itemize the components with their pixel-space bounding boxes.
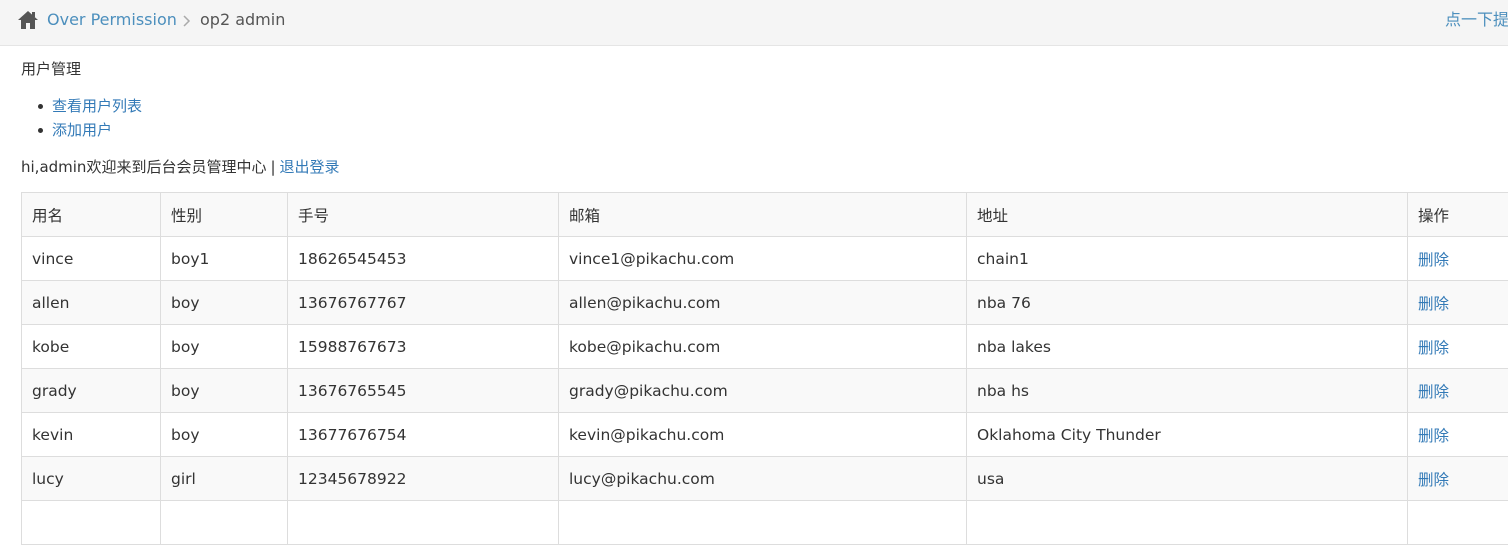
column-header-action: 操作 (1408, 193, 1508, 237)
cell-sex: boy1 (161, 237, 288, 281)
delete-link[interactable]: 删除 (1418, 427, 1449, 445)
cell-action: 删除 (1408, 413, 1508, 457)
cell-address: usa (967, 457, 1408, 501)
bullet (38, 128, 43, 133)
cell-address: nba hs (967, 369, 1408, 413)
table-header-row: 用名 性别 手号 邮箱 地址 操作 (22, 193, 1508, 237)
table-row: allen boy 13676767767 allen@pikachu.com … (22, 281, 1508, 325)
cell-email (559, 501, 967, 545)
cell-action: 删除 (1408, 281, 1508, 325)
chevron-right-icon (181, 14, 191, 28)
cell-phone (288, 501, 559, 545)
user-menu: 查看用户列表 添加用户 (21, 95, 142, 143)
add-user-link[interactable]: 添加用户 (52, 121, 112, 139)
cell-action: 删除 (1408, 457, 1508, 501)
breadcrumb-current: op2 admin (200, 10, 285, 30)
breadcrumb-parent-link[interactable]: Over Permission (47, 10, 177, 30)
cell-email: vince1@pikachu.com (559, 237, 967, 281)
cell-name: grady (22, 369, 161, 413)
view-user-list-link[interactable]: 查看用户列表 (52, 97, 142, 115)
cell-action: 删除 (1408, 237, 1508, 281)
column-header-phone: 手号 (288, 193, 559, 237)
cell-sex: boy (161, 369, 288, 413)
home-icon[interactable] (17, 10, 39, 30)
cell-action (1408, 501, 1508, 545)
cell-name: kevin (22, 413, 161, 457)
cell-email: grady@pikachu.com (559, 369, 967, 413)
cell-email: kevin@pikachu.com (559, 413, 967, 457)
cell-name: vince (22, 237, 161, 281)
cell-name: allen (22, 281, 161, 325)
table-row: kevin boy 13677676754 kevin@pikachu.com … (22, 413, 1508, 457)
cell-phone: 13676767767 (288, 281, 559, 325)
delete-link[interactable]: 删除 (1418, 251, 1449, 269)
table-row: grady boy 13676765545 grady@pikachu.com … (22, 369, 1508, 413)
menu-item-add-user: 添加用户 (21, 119, 142, 143)
cell-phone: 13677676754 (288, 413, 559, 457)
cell-phone: 13676765545 (288, 369, 559, 413)
cell-sex: girl (161, 457, 288, 501)
table-row: vince boy1 18626545453 vince1@pikachu.co… (22, 237, 1508, 281)
hint-link[interactable]: 点一下提 (1445, 10, 1508, 30)
cell-address: chain1 (967, 237, 1408, 281)
cell-sex: boy (161, 413, 288, 457)
cell-email: lucy@pikachu.com (559, 457, 967, 501)
table-row: lucy girl 12345678922 lucy@pikachu.com u… (22, 457, 1508, 501)
logout-link[interactable]: 退出登录 (280, 158, 340, 176)
cell-phone: 12345678922 (288, 457, 559, 501)
cell-name (22, 501, 161, 545)
cell-action: 删除 (1408, 325, 1508, 369)
table-row (22, 501, 1508, 545)
cell-name: lucy (22, 457, 161, 501)
column-header-sex: 性别 (161, 193, 288, 237)
cell-email: allen@pikachu.com (559, 281, 967, 325)
delete-link[interactable]: 删除 (1418, 383, 1449, 401)
cell-phone: 15988767673 (288, 325, 559, 369)
cell-sex: boy (161, 325, 288, 369)
delete-link[interactable]: 删除 (1418, 471, 1449, 489)
menu-item-view-users: 查看用户列表 (21, 95, 142, 119)
welcome-divider: | (270, 158, 275, 176)
bullet (38, 104, 43, 109)
cell-address (967, 501, 1408, 545)
delete-link[interactable]: 删除 (1418, 295, 1449, 313)
cell-email: kobe@pikachu.com (559, 325, 967, 369)
welcome-line: hi,admin欢迎来到后台会员管理中心| 退出登录 (21, 157, 340, 177)
delete-link[interactable]: 删除 (1418, 339, 1449, 357)
column-header-email: 邮箱 (559, 193, 967, 237)
cell-name: kobe (22, 325, 161, 369)
table-row: kobe boy 15988767673 kobe@pikachu.com nb… (22, 325, 1508, 369)
cell-address: Oklahoma City Thunder (967, 413, 1408, 457)
welcome-text: hi,admin欢迎来到后台会员管理中心 (21, 158, 266, 176)
breadcrumb-bar: Over Permission op2 admin 点一下提 (0, 0, 1508, 46)
section-title: 用户管理 (21, 59, 81, 79)
cell-phone: 18626545453 (288, 237, 559, 281)
cell-sex (161, 501, 288, 545)
user-table: 用名 性别 手号 邮箱 地址 操作 vince boy1 18626545453… (21, 192, 1508, 545)
column-header-name: 用名 (22, 193, 161, 237)
column-header-address: 地址 (967, 193, 1408, 237)
cell-address: nba 76 (967, 281, 1408, 325)
cell-address: nba lakes (967, 325, 1408, 369)
cell-sex: boy (161, 281, 288, 325)
cell-action: 删除 (1408, 369, 1508, 413)
